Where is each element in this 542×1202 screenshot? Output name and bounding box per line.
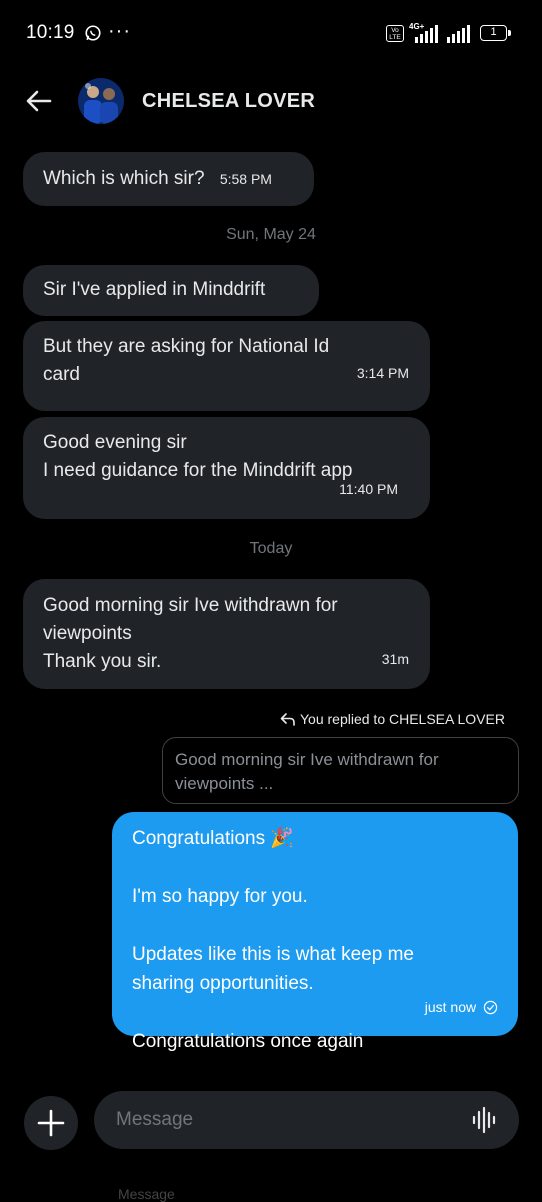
avatar[interactable] bbox=[78, 78, 124, 124]
quoted-message[interactable]: Good morning sir Ive withdrawn for viewp… bbox=[162, 737, 519, 804]
message-text-line: Congratulations 🎉 bbox=[132, 828, 295, 849]
status-time: 10:19 bbox=[26, 22, 75, 43]
message-time: 11:40 PM bbox=[339, 481, 398, 497]
date-separator: Today bbox=[249, 540, 293, 557]
message-time: 5:58 PM bbox=[219, 171, 272, 187]
date-separator: Sun, May 24 bbox=[226, 226, 316, 243]
message-text-line: Good morning sir Ive withdrawn for bbox=[43, 595, 338, 616]
message-status: just now bbox=[425, 993, 498, 1022]
signal-icon-1 bbox=[415, 25, 438, 43]
signal-icon-2 bbox=[447, 25, 470, 43]
message-input[interactable]: Message bbox=[94, 1091, 519, 1149]
battery-tip bbox=[508, 30, 511, 36]
message-text: Which is which sir? bbox=[43, 168, 205, 189]
message-text-line: Updates like this is what keep me bbox=[132, 944, 414, 965]
message-text-line: viewpoints bbox=[43, 623, 132, 644]
incoming-message[interactable]: Good morning sir Ive withdrawn for viewp… bbox=[23, 579, 430, 689]
voice-message-icon[interactable] bbox=[472, 1106, 498, 1134]
more-notifications-icon: ··· bbox=[108, 20, 131, 42]
message-text-line: I'm so happy for you. bbox=[132, 886, 308, 907]
whatsapp-icon bbox=[85, 25, 101, 41]
message-text: Sir I've applied in Minddrift bbox=[43, 279, 266, 300]
message-time: just now bbox=[424, 999, 477, 1015]
message-text-line: Congratulations once again bbox=[132, 1031, 364, 1052]
incoming-message[interactable]: Which is which sir? 5:58 PM bbox=[23, 152, 314, 206]
incoming-message[interactable]: Sir I've applied in Minddrift bbox=[23, 265, 319, 316]
add-attachment-button[interactable] bbox=[24, 1096, 78, 1150]
reply-icon bbox=[280, 713, 295, 726]
chat-title[interactable]: CHELSEA LOVER bbox=[142, 90, 315, 113]
quote-text-line: viewpoints ... bbox=[175, 774, 274, 793]
outgoing-message[interactable]: Congratulations 🎉 I'm so happy for you. … bbox=[112, 812, 518, 1052]
incoming-message[interactable]: But they are asking for National Id card… bbox=[23, 321, 430, 411]
incoming-message[interactable]: Good evening sir I need guidance for the… bbox=[23, 417, 430, 519]
quote-text-line: Good morning sir Ive withdrawn for bbox=[175, 750, 439, 769]
sent-check-icon bbox=[483, 1000, 498, 1015]
reply-indicator: You replied to CHELSEA LOVER bbox=[280, 711, 505, 727]
status-bar: 10:19 ··· Vo LTE 4G+ 1 bbox=[0, 0, 542, 68]
battery-icon: 1 bbox=[480, 25, 507, 41]
message-time: 31m bbox=[381, 651, 409, 667]
plus-icon bbox=[37, 1109, 65, 1137]
message-text-line: But they are asking for National Id bbox=[43, 336, 330, 357]
message-text-line: Good evening sir bbox=[43, 432, 187, 453]
reply-label: You replied to CHELSEA LOVER bbox=[300, 711, 505, 727]
back-arrow-icon[interactable] bbox=[24, 86, 54, 116]
message-text-line: Thank you sir. bbox=[43, 651, 162, 672]
volte-icon: Vo LTE bbox=[386, 25, 404, 42]
message-text-line: card bbox=[43, 364, 80, 385]
message-time: 3:14 PM bbox=[356, 365, 409, 381]
